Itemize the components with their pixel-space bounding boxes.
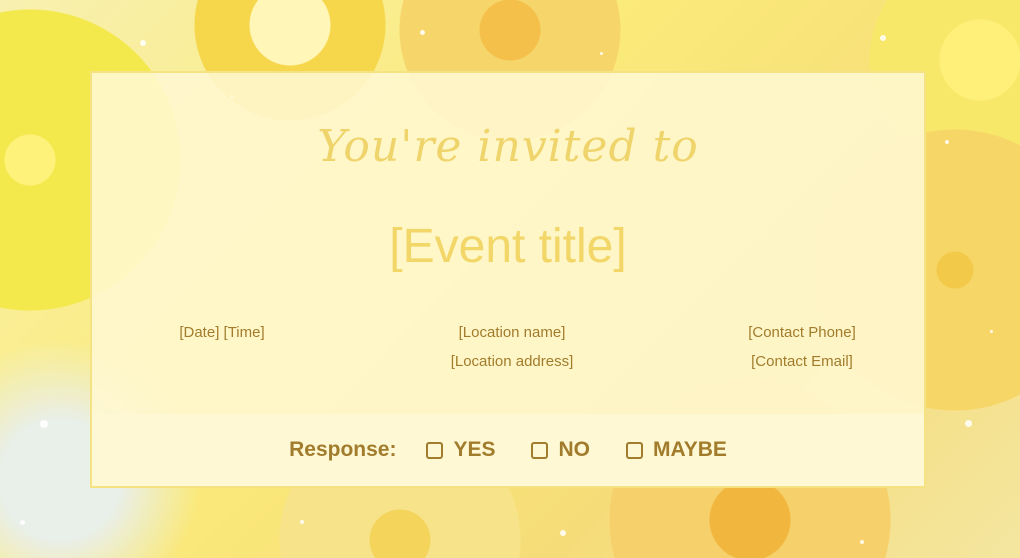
location-address-text[interactable]: [Location address] bbox=[412, 347, 612, 376]
contact-email-text[interactable]: [Contact Email] bbox=[712, 347, 892, 376]
location-block: [Location name] [Location address] bbox=[412, 318, 612, 376]
contact-block: [Contact Phone] [Contact Email] bbox=[712, 318, 892, 376]
no-checkbox[interactable] bbox=[531, 441, 549, 459]
date-time-block: [Date] [Time] bbox=[152, 318, 292, 347]
maybe-checkbox[interactable] bbox=[625, 441, 643, 459]
response-option-maybe[interactable]: MAYBE bbox=[625, 438, 727, 462]
event-title[interactable]: [Event title] bbox=[92, 219, 924, 274]
invitation-card: You're invited to [Event title] [Date] [… bbox=[90, 71, 926, 488]
response-bar: Response: YES NO MAYBE bbox=[92, 414, 924, 486]
location-name-text[interactable]: [Location name] bbox=[412, 318, 612, 347]
invite-heading: You're invited to bbox=[317, 121, 699, 172]
response-label: Response: bbox=[289, 438, 397, 461]
contact-phone-text[interactable]: [Contact Phone] bbox=[712, 318, 892, 347]
date-time-text[interactable]: [Date] [Time] bbox=[152, 318, 292, 347]
response-option-no[interactable]: NO bbox=[531, 438, 590, 462]
maybe-label: MAYBE bbox=[652, 438, 727, 461]
yes-checkbox[interactable] bbox=[426, 441, 444, 459]
no-label: NO bbox=[558, 438, 590, 461]
yes-label: YES bbox=[453, 438, 496, 461]
response-option-yes[interactable]: YES bbox=[426, 438, 495, 462]
